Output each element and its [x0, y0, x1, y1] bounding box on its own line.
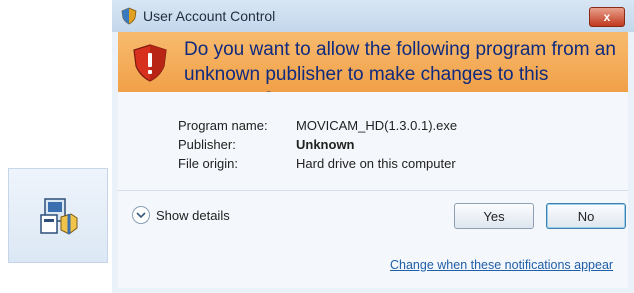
uac-dialog: User Account Control x Do you want to al… [112, 0, 634, 293]
no-button[interactable]: No [546, 203, 626, 229]
program-name-row: Program name: MOVICAM_HD(1.3.0.1).exe [178, 116, 457, 135]
publisher-label: Publisher: [178, 137, 236, 152]
uac-shield-icon [121, 7, 137, 25]
installer-icon [40, 198, 78, 235]
show-details-label: Show details [156, 207, 230, 223]
divider [118, 190, 628, 191]
warning-banner: Do you want to allow the following progr… [118, 32, 628, 110]
file-origin-row: File origin: Hard drive on this computer [178, 154, 457, 173]
close-button[interactable]: x [589, 7, 625, 27]
publisher-row: Publisher: Unknown [178, 135, 457, 154]
window-title: User Account Control [143, 8, 276, 24]
installer-icon-tile[interactable] [8, 168, 108, 263]
warning-shield-icon [133, 44, 167, 82]
program-info: Program name: MOVICAM_HD(1.3.0.1).exe Pu… [178, 116, 457, 173]
program-name-label: Program name: [178, 118, 268, 133]
file-origin-value: Hard drive on this computer [296, 156, 456, 171]
show-details-toggle[interactable]: Show details [132, 206, 230, 224]
file-origin-label: File origin: [178, 156, 238, 171]
chevron-down-icon [132, 206, 150, 224]
program-name-value: MOVICAM_HD(1.3.0.1).exe [296, 118, 458, 133]
dialog-content: Program name: MOVICAM_HD(1.3.0.1).exe Pu… [118, 92, 628, 288]
publisher-value: Unknown [296, 137, 355, 152]
title-bar: User Account Control x [112, 0, 634, 32]
yes-button[interactable]: Yes [454, 203, 534, 229]
change-notifications-link[interactable]: Change when these notifications appear [390, 258, 613, 272]
